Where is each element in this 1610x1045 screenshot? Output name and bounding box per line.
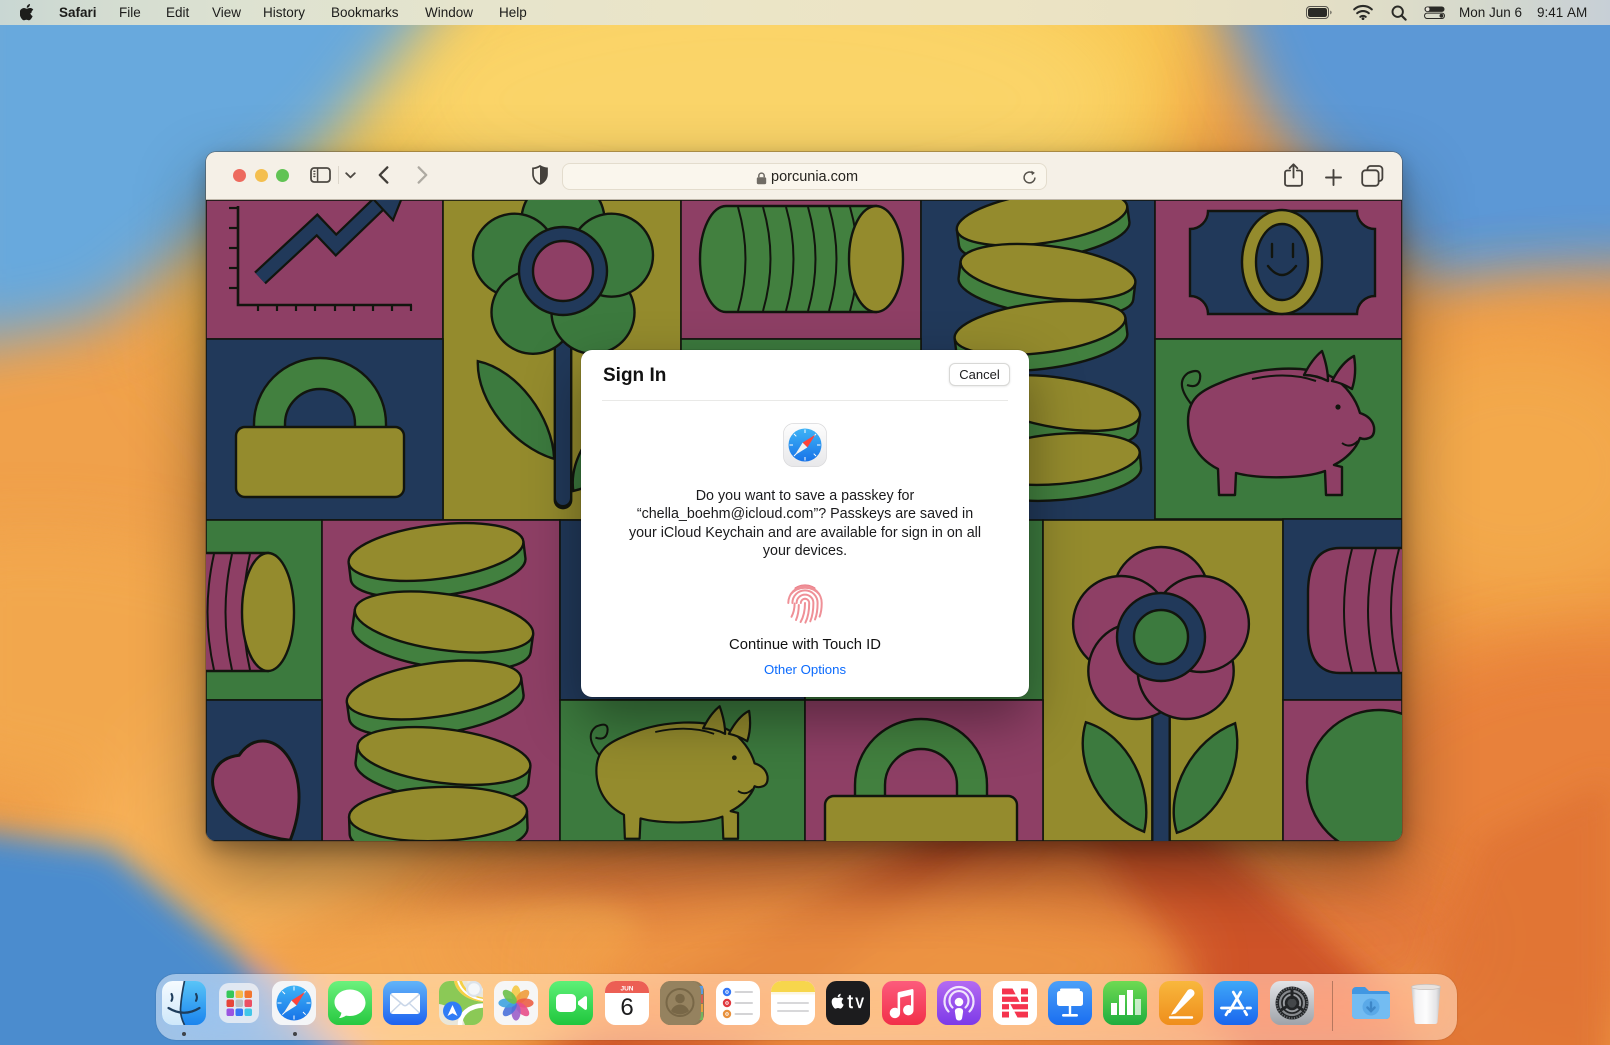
svg-text:JUN: JUN [620, 986, 633, 993]
svg-text:6: 6 [620, 994, 633, 1021]
